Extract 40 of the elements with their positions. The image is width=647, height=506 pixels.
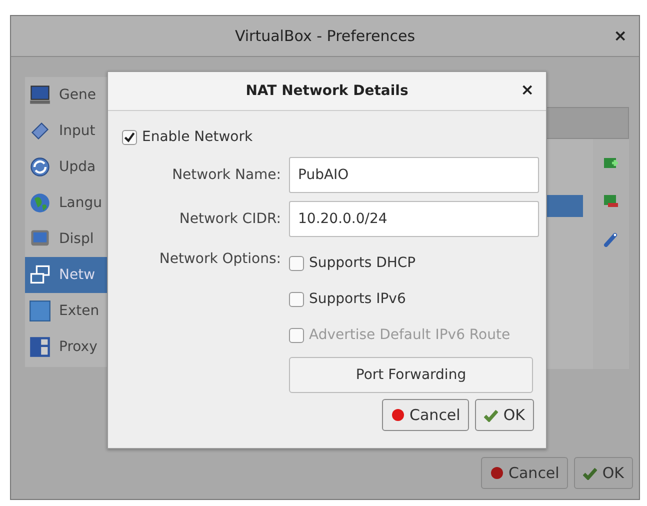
stop-icon	[390, 408, 405, 422]
dialog-title: NAT Network Details	[246, 83, 408, 99]
port-forwarding-button[interactable]: Port Forwarding	[289, 357, 533, 393]
check-icon	[583, 466, 598, 480]
checkbox[interactable]	[289, 292, 304, 306]
checkbox[interactable]	[289, 256, 304, 270]
checkbox[interactable]	[122, 130, 137, 144]
cancel-button[interactable]: Cancel	[480, 457, 568, 489]
add-network-icon[interactable]	[603, 155, 619, 171]
sidebar-item[interactable]: Displ	[25, 221, 121, 257]
panels-icon	[29, 336, 51, 358]
field-label: Network Name:	[171, 167, 281, 183]
close-button[interactable]: ×	[520, 80, 534, 99]
cancel-button[interactable]: Cancel	[382, 399, 470, 431]
stop-icon	[490, 466, 504, 480]
sidebar-item[interactable]: Upda	[25, 149, 121, 185]
field-label: Network CIDR:	[178, 211, 281, 227]
check-icon	[484, 408, 498, 422]
sync-icon	[29, 156, 51, 178]
checkbox-label: Advertise Default IPv6 Route	[309, 327, 510, 343]
ok-button[interactable]: OK	[574, 457, 633, 489]
sidebar-item[interactable]: Gene	[25, 77, 121, 113]
input-field[interactable]: 10.20.0.0/24	[289, 201, 539, 237]
checkbox-label: Supports IPv6	[309, 291, 406, 307]
sidebar-item[interactable]: Langu	[25, 185, 121, 221]
sidebar-item[interactable]: Proxy	[25, 329, 121, 365]
field-label: Network Options:	[158, 251, 281, 267]
network-icon	[29, 264, 51, 286]
checkbox-label: Supports DHCP	[309, 255, 416, 271]
ok-button[interactable]: OK	[475, 399, 534, 431]
window-title: VirtualBox - Preferences	[234, 27, 416, 45]
sidebar-item[interactable]: Input	[25, 113, 121, 149]
sidebar-item[interactable]: Exten	[25, 293, 121, 329]
close-button[interactable]: ×	[614, 26, 627, 45]
input-field[interactable]: PubAIO	[289, 157, 539, 193]
square-icon	[29, 300, 51, 322]
checkbox-label: Enable Network	[142, 129, 253, 145]
monitor-icon	[29, 84, 51, 106]
remove-network-icon[interactable]	[603, 193, 619, 209]
globe-icon	[29, 192, 51, 214]
